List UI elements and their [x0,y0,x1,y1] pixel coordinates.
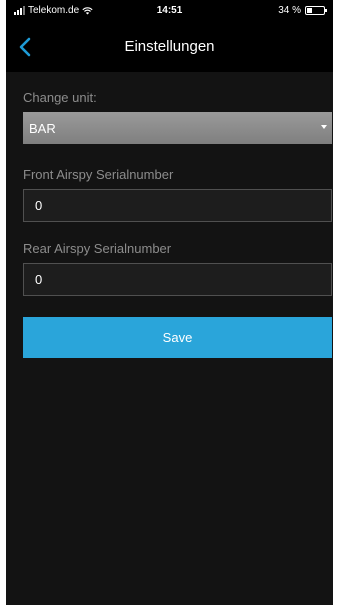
navigation-bar: Einstellungen [6,22,333,72]
unit-label: Change unit: [23,90,97,105]
unit-select[interactable]: BAR [23,112,332,144]
rear-serial-label: Rear Airspy Serialnumber [23,241,172,256]
status-bar: Telekom.de 14:51 34 % [6,0,333,22]
rear-serial-input[interactable] [23,263,332,296]
front-serial-input[interactable] [23,189,332,222]
caret-down-icon [321,125,327,129]
status-right: 34 % [278,5,327,16]
app-screen: Telekom.de 14:51 34 % Einstellungen Chan… [6,0,333,605]
page-title: Einstellungen [124,38,215,55]
battery-percent: 34 % [278,5,301,16]
battery-icon [305,6,327,15]
front-serial-label: Front Airspy Serialnumber [23,167,174,182]
unit-select-value: BAR [29,121,56,136]
save-button[interactable]: Save [23,317,332,358]
